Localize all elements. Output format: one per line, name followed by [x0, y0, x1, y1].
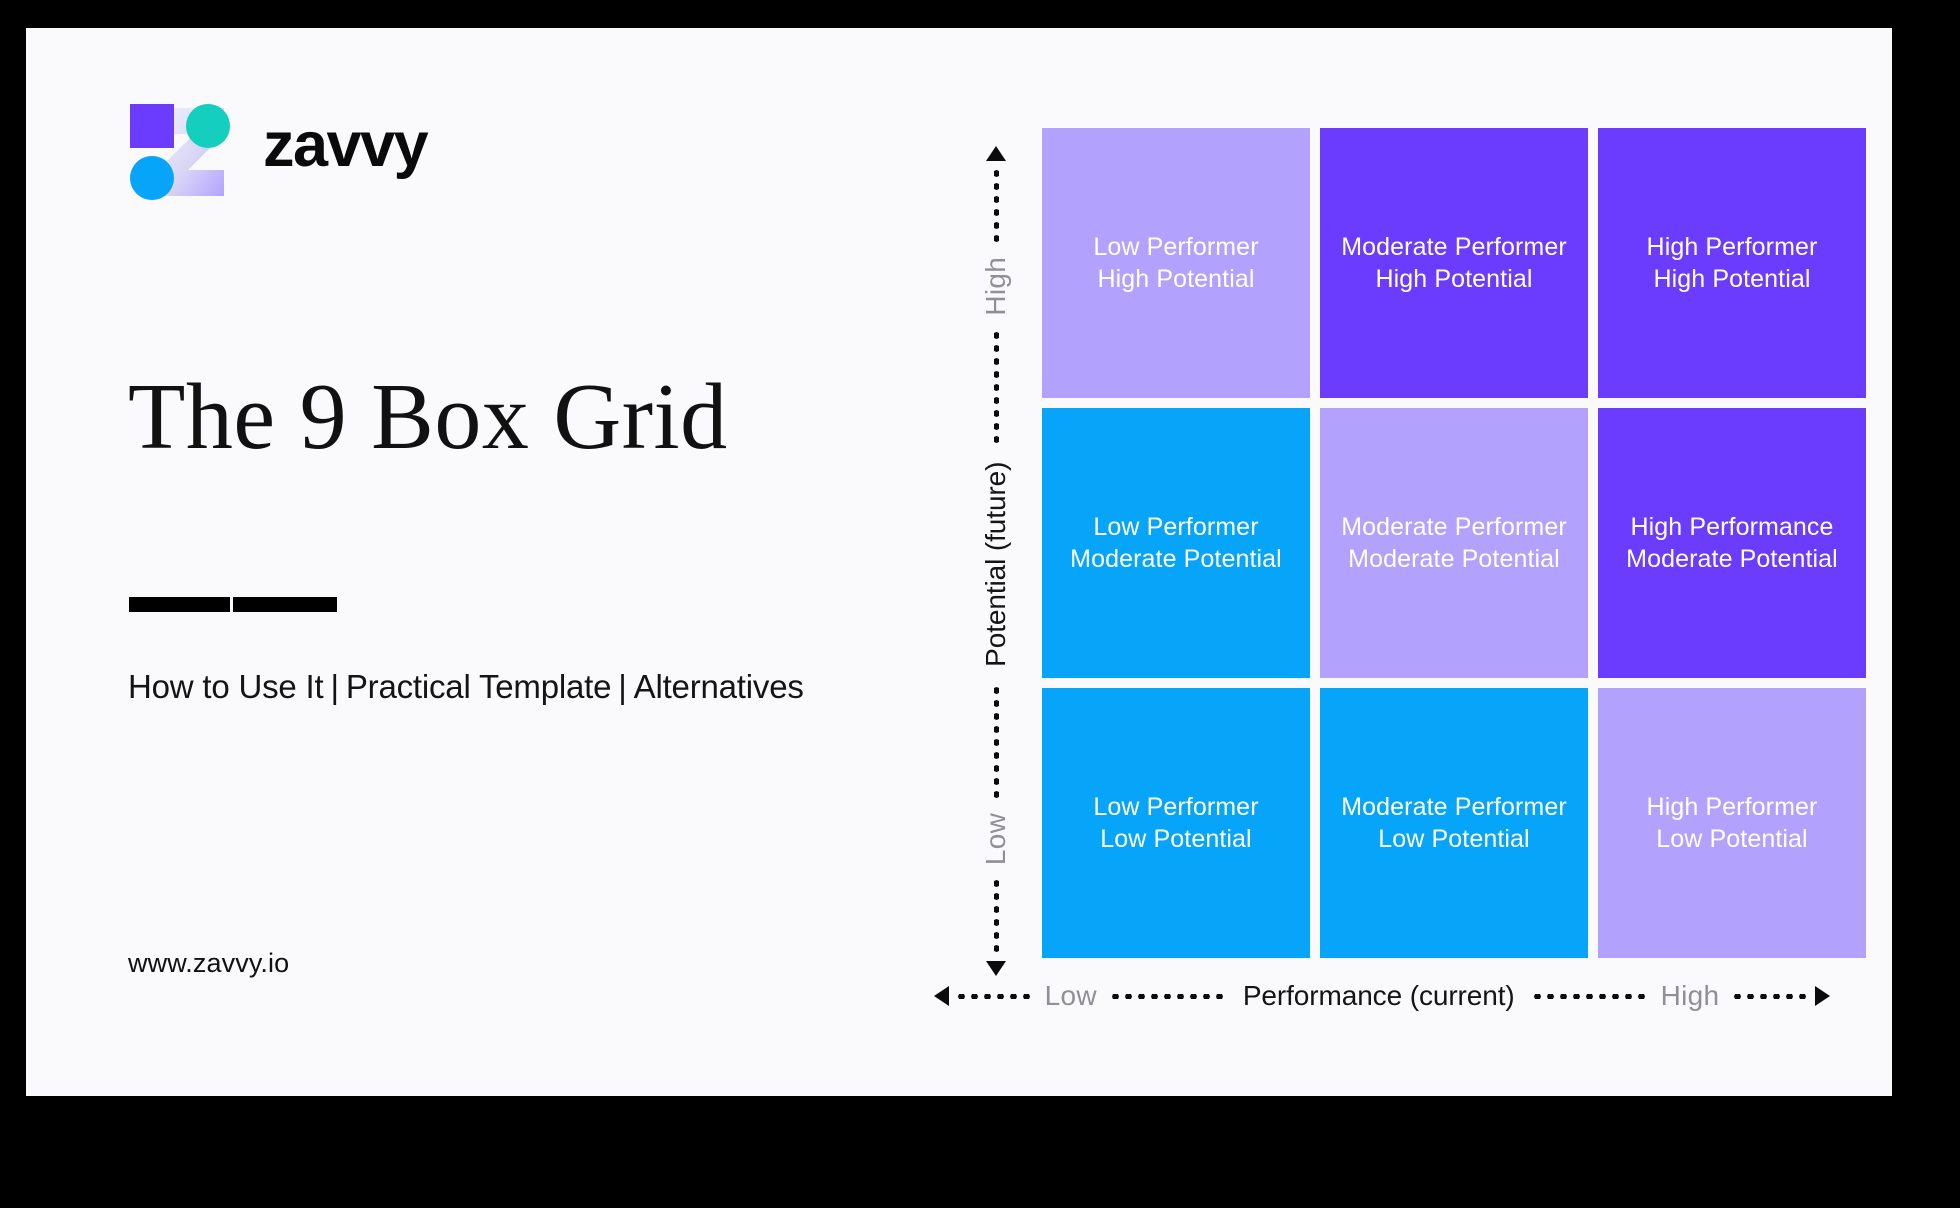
- grid-cell[interactable]: Low Performer High Potential: [1042, 128, 1310, 398]
- left-panel: zavvy The 9 Box Grid How to Use It | Pract…: [128, 100, 928, 1030]
- x-axis: Low Performance (current) High: [933, 974, 1831, 1018]
- y-axis-dots-2: [993, 682, 999, 801]
- cell-line-2: Moderate Potential: [1626, 545, 1838, 573]
- x-axis-low-label: Low: [1044, 980, 1097, 1011]
- subtitle-part-3: Alternatives: [633, 668, 804, 705]
- cell-line-2: Low Potential: [1656, 825, 1808, 853]
- cell-line-2: Moderate Potential: [1070, 545, 1282, 573]
- cell-line-1: High Performer: [1646, 793, 1818, 821]
- cell-line-1: Moderate Performer: [1341, 233, 1567, 261]
- grid-cell[interactable]: Low Performer Moderate Potential: [1042, 408, 1310, 678]
- y-axis-dots-4: [993, 166, 999, 245]
- cell-line-1: Moderate Performer: [1341, 513, 1567, 541]
- grid-cell[interactable]: High Performance Moderate Potential: [1598, 408, 1866, 678]
- subtitle-part-1: How to Use It: [128, 668, 324, 705]
- x-axis-dots-3: [1530, 993, 1649, 999]
- cell-line-1: Low Performer: [1093, 233, 1259, 261]
- y-axis-high-label: High: [980, 256, 1011, 316]
- cell-line-2: Low Potential: [1378, 825, 1530, 853]
- x-axis-dots-4: [1731, 993, 1810, 999]
- cell-line-1: Low Performer: [1093, 513, 1259, 541]
- y-axis-arrow-high-icon: [986, 145, 1006, 161]
- zavvy-wordmark: zavvy: [263, 110, 429, 180]
- cell-line-1: Moderate Performer: [1341, 793, 1567, 821]
- grid-cell[interactable]: High Performer High Potential: [1598, 128, 1866, 398]
- x-axis-title: Performance (current): [1242, 980, 1515, 1011]
- divider-segment-left: [129, 597, 230, 612]
- x-axis-arrow-low-icon: [933, 986, 949, 1006]
- x-axis-dots-2: [1108, 993, 1227, 999]
- letterbox-frame: zavvy The 9 Box Grid How to Use It | Pract…: [0, 0, 1960, 1208]
- zavvy-z-logo-icon: [130, 104, 230, 200]
- grid-cell[interactable]: High Performer Low Potential: [1598, 688, 1866, 958]
- cell-line-1: Low Performer: [1093, 793, 1259, 821]
- y-axis-low-label: Low: [980, 812, 1011, 866]
- divider-segment-right: [233, 597, 337, 612]
- grid-cell[interactable]: Moderate Performer Moderate Potential: [1320, 408, 1588, 678]
- subtitle-part-2: Practical Template: [345, 668, 612, 705]
- nine-box-matrix: Low Potential (future) High Low Performe…: [933, 128, 1866, 1028]
- x-axis-arrow-high-icon: [1815, 986, 1831, 1006]
- cell-line-2: High Potential: [1097, 265, 1255, 293]
- grid-cell[interactable]: Low Performer Low Potential: [1042, 688, 1310, 958]
- y-axis-title: Potential (future): [980, 461, 1011, 667]
- title-divider: [129, 597, 337, 612]
- cell-line-2: High Potential: [1375, 265, 1533, 293]
- cell-line-2: Low Potential: [1100, 825, 1252, 853]
- grid-cell[interactable]: Moderate Performer High Potential: [1320, 128, 1588, 398]
- cell-line-2: Moderate Potential: [1348, 545, 1560, 573]
- cell-line-1: High Performer: [1646, 233, 1818, 261]
- y-axis-dots-1: [993, 877, 999, 956]
- page-title: The 9 Box Grid: [128, 365, 728, 469]
- subtitle-separator-2: |: [618, 668, 627, 705]
- zavvy-logo-lockup[interactable]: zavvy: [128, 100, 548, 220]
- grid-cell[interactable]: Moderate Performer Low Potential: [1320, 688, 1588, 958]
- x-axis-dots-1: [954, 993, 1033, 999]
- cell-line-1: High Performance: [1630, 513, 1834, 541]
- subtitle: How to Use It | Practical Template | Alterna…: [128, 668, 804, 706]
- y-axis: Low Potential (future) High: [966, 145, 1026, 977]
- y-axis-dots-3: [993, 327, 999, 446]
- slide-canvas: zavvy The 9 Box Grid How to Use It | Pract…: [26, 28, 1892, 1096]
- x-axis-high-label: High: [1660, 980, 1720, 1011]
- website-url[interactable]: www.zavvy.io: [128, 948, 289, 979]
- cell-line-2: High Potential: [1653, 265, 1811, 293]
- grid-cells: Low Performer High Potential Moderate Per…: [1042, 128, 1866, 958]
- subtitle-separator-1: |: [330, 668, 339, 705]
